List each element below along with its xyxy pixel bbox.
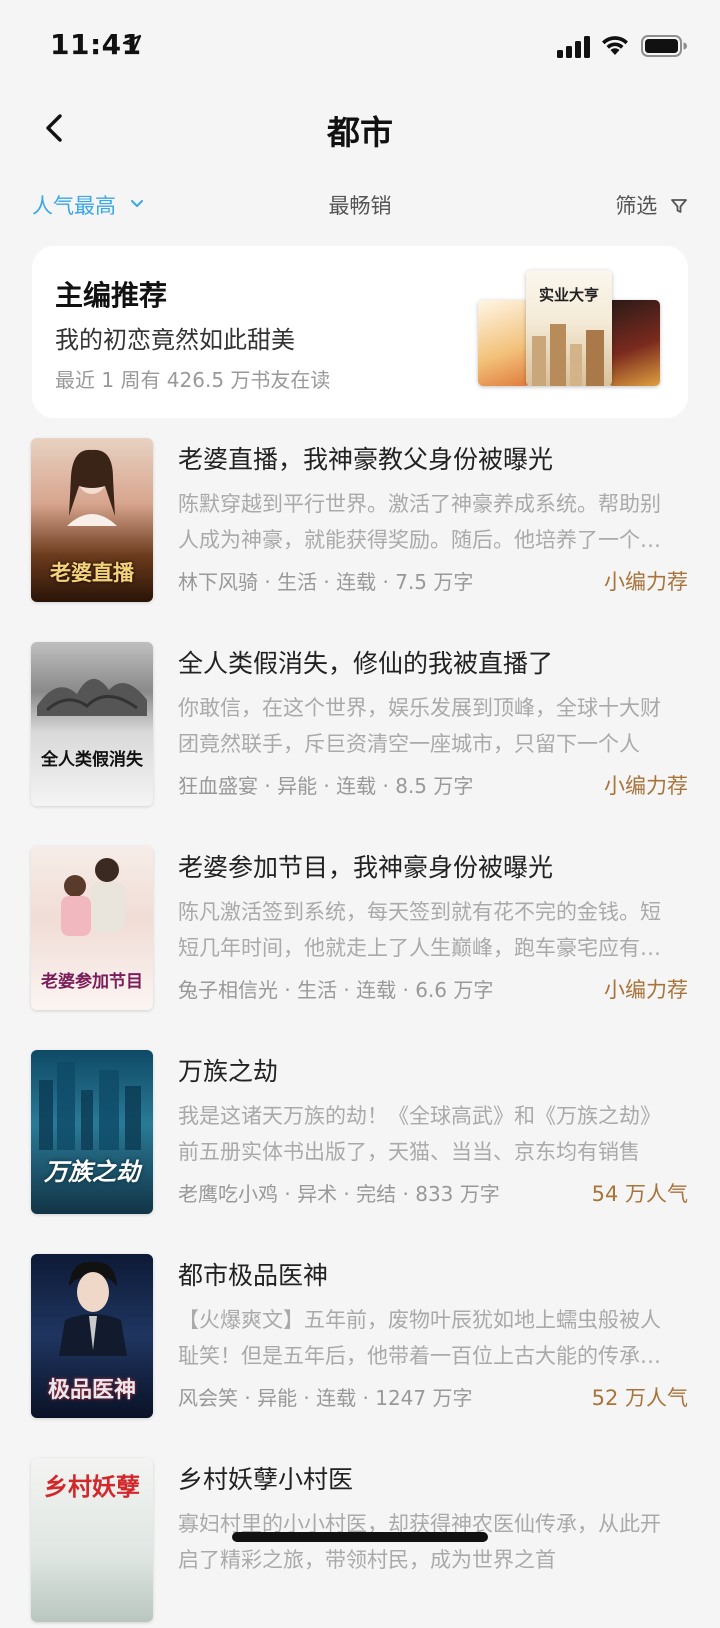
cover-title: 老婆参加节目 bbox=[41, 972, 143, 993]
cover-title: 实业大亨 bbox=[538, 286, 599, 304]
cover-title: 极品医神 bbox=[47, 1376, 136, 1403]
editor-pick-card[interactable]: 主编推荐 我的初恋竟然如此甜美 最近 1 周有 426.5 万书友在读 实业大亨 bbox=[32, 246, 688, 418]
city-skyline-art bbox=[532, 324, 604, 386]
book-title: 万族之劫 bbox=[178, 1057, 279, 1086]
portrait-art bbox=[67, 449, 117, 526]
book-meta: 风会笑 · 异能 · 连载 · 1247 万字 bbox=[178, 1386, 473, 1410]
book-title: 老婆直播，我神豪教父身份被曝光 bbox=[178, 445, 554, 474]
book-description: 寡妇村里的小小村医，却获得神农医仙传承，从此开启了精彩之旅，带领村民，成为世界之… bbox=[178, 1512, 661, 1572]
editor-pick-book-title: 我的初恋竟然如此甜美 bbox=[55, 326, 295, 354]
book-cover-image: 老婆直播 bbox=[31, 438, 153, 602]
book-description: 陈凡激活签到系统，每天签到就有花不完的金钱。短短几年时间，他就走上了人生巅峰，跑… bbox=[178, 900, 661, 960]
skyline-art bbox=[39, 1062, 141, 1150]
book-meta: 兔子相信光 · 生活 · 连载 · 6.6 万字 bbox=[178, 978, 494, 1002]
book-cover-image: 老婆参加节目 bbox=[31, 846, 153, 1010]
book-list-item[interactable]: 老婆直播 老婆直播，我神豪教父身份被曝光 陈默穿越到平行世界。激活了神豪养成系统… bbox=[0, 436, 720, 608]
book-meta: 老鹰吃小鸡 · 异术 · 完结 · 833 万字 bbox=[178, 1182, 500, 1206]
book-tag: 52 万人气 bbox=[591, 1386, 688, 1410]
book-cover-image: 全人类假消失 bbox=[31, 642, 153, 806]
home-indicator[interactable] bbox=[232, 1532, 488, 1542]
couple-art bbox=[61, 858, 125, 936]
book-list-item[interactable]: 全人类假消失 全人类假消失，修仙的我被直播了 你敢信，在这个世界，娱乐发展到顶峰… bbox=[0, 640, 720, 812]
nav-bar: 都市 bbox=[0, 90, 720, 166]
book-cover-image: 乡村妖孽 bbox=[31, 1458, 153, 1622]
cover-title: 全人类假消失 bbox=[41, 750, 143, 771]
filter-label: 筛选 bbox=[615, 194, 658, 218]
book-cover-image bbox=[478, 300, 530, 386]
editor-pick-covers: 实业大亨 bbox=[478, 270, 664, 394]
book-title: 全人类假消失，修仙的我被直播了 bbox=[178, 649, 554, 678]
book-cover-image: 极品医神 bbox=[31, 1254, 153, 1418]
book-cover-image bbox=[608, 300, 660, 386]
book-list-item[interactable]: 万族之劫 万族之劫 我是这诸天万族的劫！《全球高武》和《万族之劫》前五册实体书出… bbox=[0, 1048, 720, 1220]
book-description: 【火爆爽文】五年前，废物叶辰犹如地上蠕虫般被人耻笑！但是五年后，他带着一百位上古… bbox=[178, 1308, 661, 1368]
crowd-art bbox=[37, 678, 147, 716]
cover-title: 万族之劫 bbox=[44, 1156, 140, 1186]
book-meta: 林下风骑 · 生活 · 连载 · 7.5 万字 bbox=[178, 570, 474, 594]
book-list-item[interactable]: 老婆参加节目 老婆参加节目，我神豪身份被曝光 陈凡激活签到系统，每天签到就有花不… bbox=[0, 844, 720, 1016]
book-list-item[interactable]: 乡村妖孽 乡村妖孽小村医 寡妇村里的小小村医，却获得神农医仙传承，从此开启了精彩… bbox=[0, 1456, 720, 1628]
book-tag: 小编力荐 bbox=[604, 774, 688, 798]
book-description: 我是这诸天万族的劫！《全球高武》和《万族之劫》前五册实体书出版了，天猫、当当、京… bbox=[178, 1104, 661, 1164]
sort-bar: 人气最高 最畅销 筛选 bbox=[0, 184, 720, 232]
page-title: 都市 bbox=[327, 113, 393, 152]
book-cover-image: 实业大亨 bbox=[526, 270, 612, 386]
book-cover-image: 万族之劫 bbox=[31, 1050, 153, 1214]
battery-icon bbox=[641, 35, 687, 57]
cellular-signal-icon bbox=[557, 36, 590, 58]
location-arrow-icon bbox=[122, 34, 142, 54]
wifi-icon bbox=[602, 36, 628, 55]
book-meta: 狂血盛宴 · 异能 · 连载 · 8.5 万字 bbox=[178, 774, 474, 798]
portrait-art bbox=[59, 1261, 127, 1356]
sort-bestseller-tab[interactable]: 最畅销 bbox=[0, 190, 720, 220]
status-bar: 11:41 bbox=[0, 0, 720, 90]
book-tag: 小编力荐 bbox=[604, 570, 688, 594]
book-list-item[interactable]: 极品医神 都市极品医神 【火爆爽文】五年前，废物叶辰犹如地上蠕虫般被人耻笑！但是… bbox=[0, 1252, 720, 1424]
cover-title: 乡村妖孽 bbox=[44, 1472, 140, 1501]
editor-pick-heading: 主编推荐 bbox=[55, 279, 168, 312]
book-tag: 54 万人气 bbox=[591, 1182, 688, 1206]
book-tag: 小编力荐 bbox=[604, 978, 688, 1002]
book-description: 陈默穿越到平行世界。激活了神豪养成系统。帮助别人成为神豪，就能获得奖励。随后。他… bbox=[178, 492, 661, 552]
book-description: 你敢信，在这个世界，娱乐发展到顶峰，全球十大财团竟然联手，斥巨资清空一座城市，只… bbox=[178, 696, 661, 756]
filter-button[interactable]: 筛选 bbox=[615, 190, 688, 220]
book-title: 老婆参加节目，我神豪身份被曝光 bbox=[178, 853, 554, 882]
book-title: 都市极品医神 bbox=[178, 1261, 329, 1290]
editor-pick-readers: 最近 1 周有 426.5 万书友在读 bbox=[55, 368, 331, 392]
cover-title: 老婆直播 bbox=[50, 559, 134, 585]
book-title: 乡村妖孽小村医 bbox=[178, 1465, 354, 1494]
funnel-icon bbox=[671, 199, 687, 213]
